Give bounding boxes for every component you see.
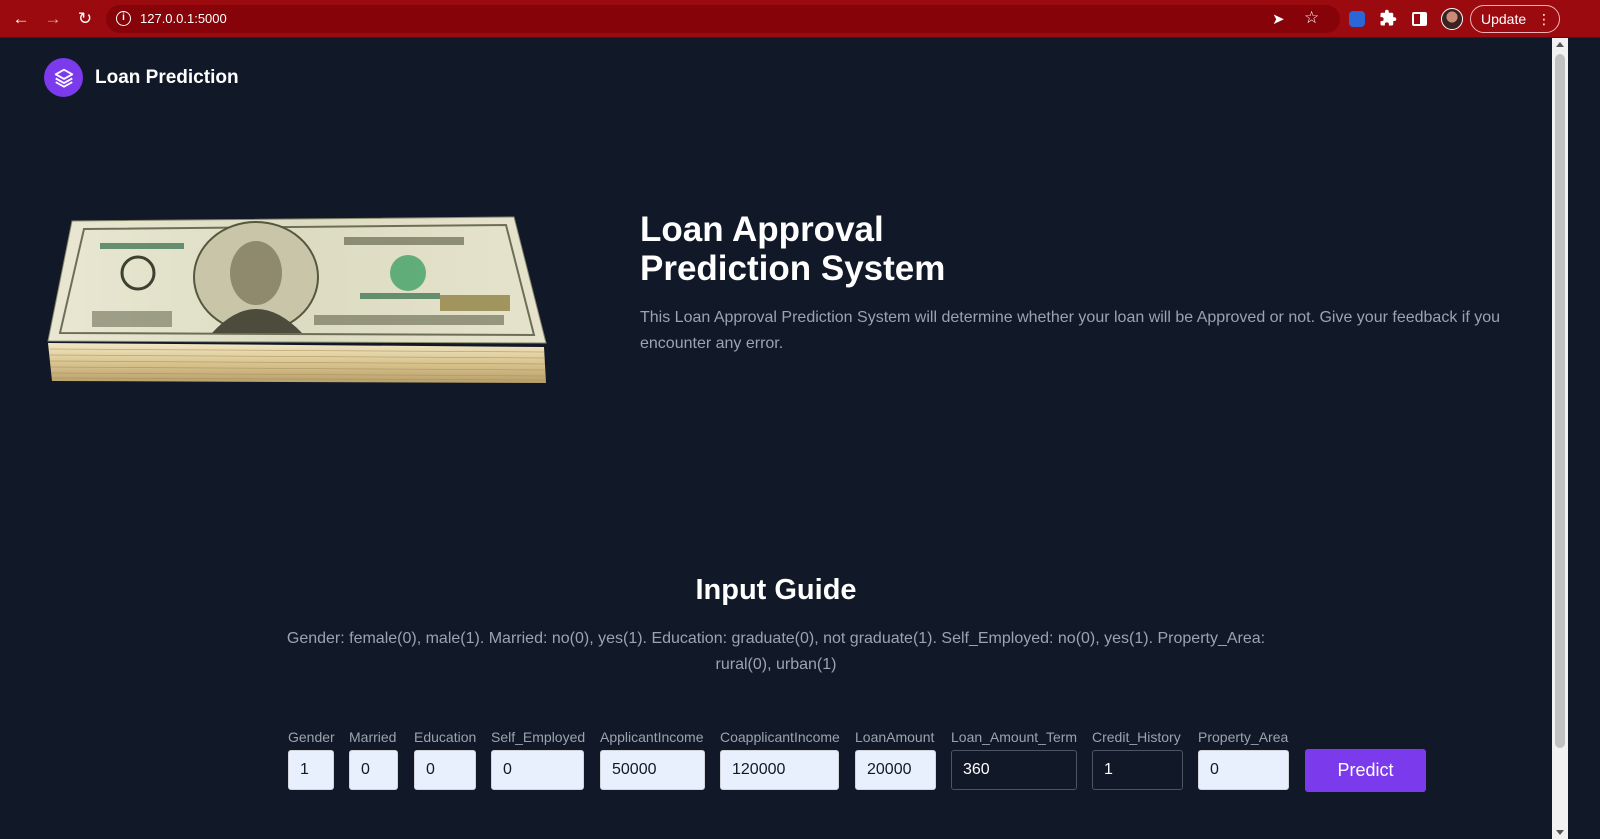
field-label: Gender — [288, 729, 335, 745]
field-loan-amount: LoanAmount — [855, 728, 936, 790]
star-icon[interactable]: ☆ — [1304, 8, 1319, 28]
reload-icon[interactable]: ↻ — [75, 9, 95, 29]
self-employed-input[interactable] — [491, 750, 584, 790]
update-button[interactable]: Update ⋮ — [1470, 5, 1560, 33]
field-label: Credit_History — [1092, 729, 1181, 745]
predict-button[interactable]: Predict — [1305, 749, 1426, 792]
brand[interactable]: Loan Prediction — [44, 58, 239, 97]
education-input[interactable] — [414, 750, 476, 790]
update-label: Update — [1481, 11, 1527, 27]
input-guide-text: Gender: female(0), male(1). Married: no(… — [286, 630, 1266, 673]
forward-arrow-icon[interactable]: → — [43, 9, 63, 29]
extension-icon[interactable] — [1349, 11, 1365, 27]
profile-avatar[interactable] — [1441, 8, 1463, 30]
coapplicant-income-input[interactable] — [720, 750, 839, 790]
puzzle-icon[interactable] — [1378, 9, 1398, 29]
field-applicant-income: ApplicantIncome — [600, 728, 705, 790]
field-label: Self_Employed — [491, 729, 586, 745]
field-label: Loan_Amount_Term — [951, 729, 1078, 745]
input-guide-title: Input Guide — [695, 574, 857, 606]
field-loan-amount-term: Loan_Amount_Term — [951, 728, 1077, 790]
credit-history-input[interactable] — [1092, 750, 1183, 790]
brand-name: Loan Prediction — [95, 66, 239, 88]
field-label: LoanAmount — [855, 729, 935, 745]
field-coapplicant-income: CoapplicantIncome — [720, 728, 840, 790]
address-bar[interactable]: i 127.0.0.1:5000 ➤ ☆ — [106, 5, 1340, 33]
hero-title-line2: Prediction System — [640, 249, 946, 288]
field-gender: Gender — [288, 728, 335, 790]
field-self-employed: Self_Employed — [491, 728, 585, 790]
field-married: Married — [349, 728, 398, 790]
hero-title-line1: Loan Approval — [640, 210, 884, 249]
scroll-up-arrow-icon[interactable] — [1556, 42, 1564, 47]
field-label: Married — [349, 729, 397, 745]
stack-layers-icon — [44, 58, 83, 97]
address-url[interactable]: 127.0.0.1:5000 — [140, 11, 227, 26]
send-icon[interactable]: ➤ — [1272, 10, 1285, 28]
field-label: Property_Area — [1198, 729, 1289, 745]
property-area-input[interactable] — [1198, 750, 1289, 790]
page-content: Loan Prediction Loan Approval Prediction… — [0, 38, 1552, 839]
applicant-income-input[interactable] — [600, 750, 705, 790]
loan-amount-input[interactable] — [855, 750, 936, 790]
back-arrow-icon[interactable]: ← — [11, 9, 31, 29]
field-credit-history: Credit_History — [1092, 728, 1183, 790]
more-vert-icon[interactable]: ⋮ — [1537, 6, 1551, 32]
side-panel-icon[interactable] — [1412, 12, 1427, 26]
field-label: Education — [414, 729, 477, 745]
loan-amount-term-input[interactable] — [951, 750, 1077, 790]
scrollbar-thumb[interactable] — [1555, 54, 1565, 748]
dollar-bills-stack — [47, 216, 547, 383]
field-label: ApplicantIncome — [600, 729, 704, 745]
field-label: CoapplicantIncome — [720, 729, 840, 745]
vertical-scrollbar[interactable] — [1552, 38, 1568, 839]
scroll-down-arrow-icon[interactable] — [1556, 830, 1564, 835]
field-education: Education — [414, 728, 476, 790]
gender-input[interactable] — [288, 750, 334, 790]
hero-title: Loan Approval Prediction System — [640, 210, 1060, 288]
hero-description: This Loan Approval Prediction System wil… — [640, 309, 1500, 352]
field-property-area: Property_Area — [1198, 728, 1289, 790]
info-icon[interactable]: i — [116, 11, 131, 26]
browser-toolbar: ← → ↻ i 127.0.0.1:5000 ➤ ☆ Update ⋮ — [0, 0, 1600, 38]
married-input[interactable] — [349, 750, 398, 790]
